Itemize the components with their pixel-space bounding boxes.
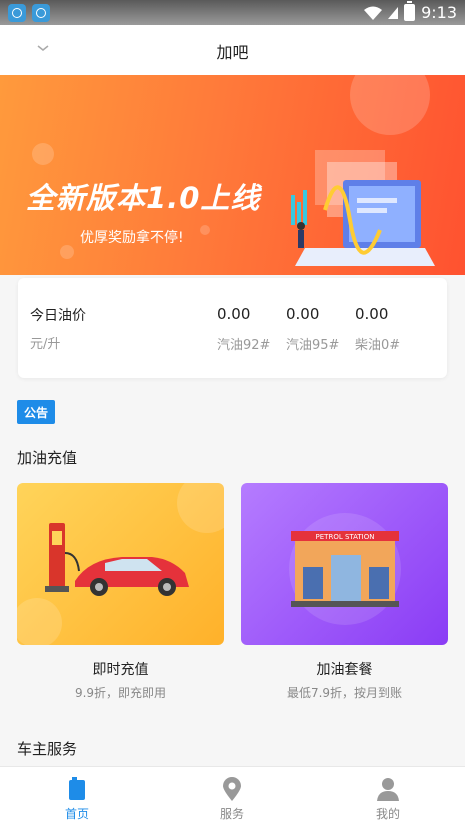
bottom-tab-bar: 首页 服务 我的 [0,766,465,829]
price-unit: 元/升 [30,337,61,352]
app-notification-icon [8,4,26,22]
fuel-grade-label: 柴油0# [355,338,401,353]
price-item: 0.00 汽油95# [286,305,339,353]
wifi-icon [364,6,383,20]
status-time: 9:13 [421,3,457,22]
user-icon [377,778,399,801]
tab-label: 首页 [64,807,89,821]
status-bar: 9:13 [0,0,465,25]
decor-bubble [200,225,210,235]
service-name[interactable]: 即时充值 [17,659,224,679]
instant-recharge-card[interactable] [17,483,224,645]
banner-subtitle: 优厚奖励拿不停! [80,230,184,246]
app-header: 加吧 [0,25,465,75]
signal-icon [388,6,399,19]
tab-label: 我的 [375,807,400,821]
service-desc: 最低7.9折，按月到账 [286,686,403,700]
page-title: 加吧 [216,43,249,62]
battery-icon [404,1,416,21]
tab-label: 服务 [219,807,244,821]
fuel-price-card: 今日油价 元/升 0.00 汽油92# 0.00 汽油95# 0.00 柴油0# [18,278,447,378]
tab-home[interactable]: 首页 [17,767,137,829]
price-value: 0.00 [217,305,251,323]
promo-banner[interactable]: 全新版本1.0上线 优厚奖励拿不停! [0,75,465,275]
service-name[interactable]: 加油套餐 [241,659,448,679]
notice-badge[interactable]: 公告 [17,400,55,424]
car-charging-illustration [17,483,224,645]
decor-bubble [60,245,74,259]
price-item: 0.00 汽油92# [217,305,270,353]
fuel-package-card[interactable]: PETROL STATION [241,483,448,645]
laptop-illustration [291,150,435,266]
fuel-grade-label: 汽油95# [286,338,340,353]
petrol-station-illustration: PETROL STATION [289,513,401,625]
price-value: 0.00 [286,305,320,323]
section-title-recharge: 加油充值 [17,449,78,467]
status-indicators: 9:13 [364,1,457,23]
tab-services[interactable]: 服务 [172,767,292,829]
price-card-title: 今日油价 [30,308,86,324]
decor-bubble [32,143,54,165]
price-item: 0.00 柴油0# [355,305,400,353]
price-value: 0.00 [355,305,389,323]
service-desc: 9.9折，即充即用 [74,686,167,700]
decor-bubble [350,75,430,135]
location-pin-icon [223,777,241,801]
tab-profile[interactable]: 我的 [328,767,448,829]
section-title-owner-services: 车主服务 [17,740,78,758]
station-sign-text: PETROL STATION [316,533,375,541]
banner-headline: 全新版本1.0上线 [26,181,261,215]
fuel-grade-label: 汽油92# [217,338,271,353]
app-notification-icon-2 [32,4,50,22]
home-icon [69,777,85,800]
